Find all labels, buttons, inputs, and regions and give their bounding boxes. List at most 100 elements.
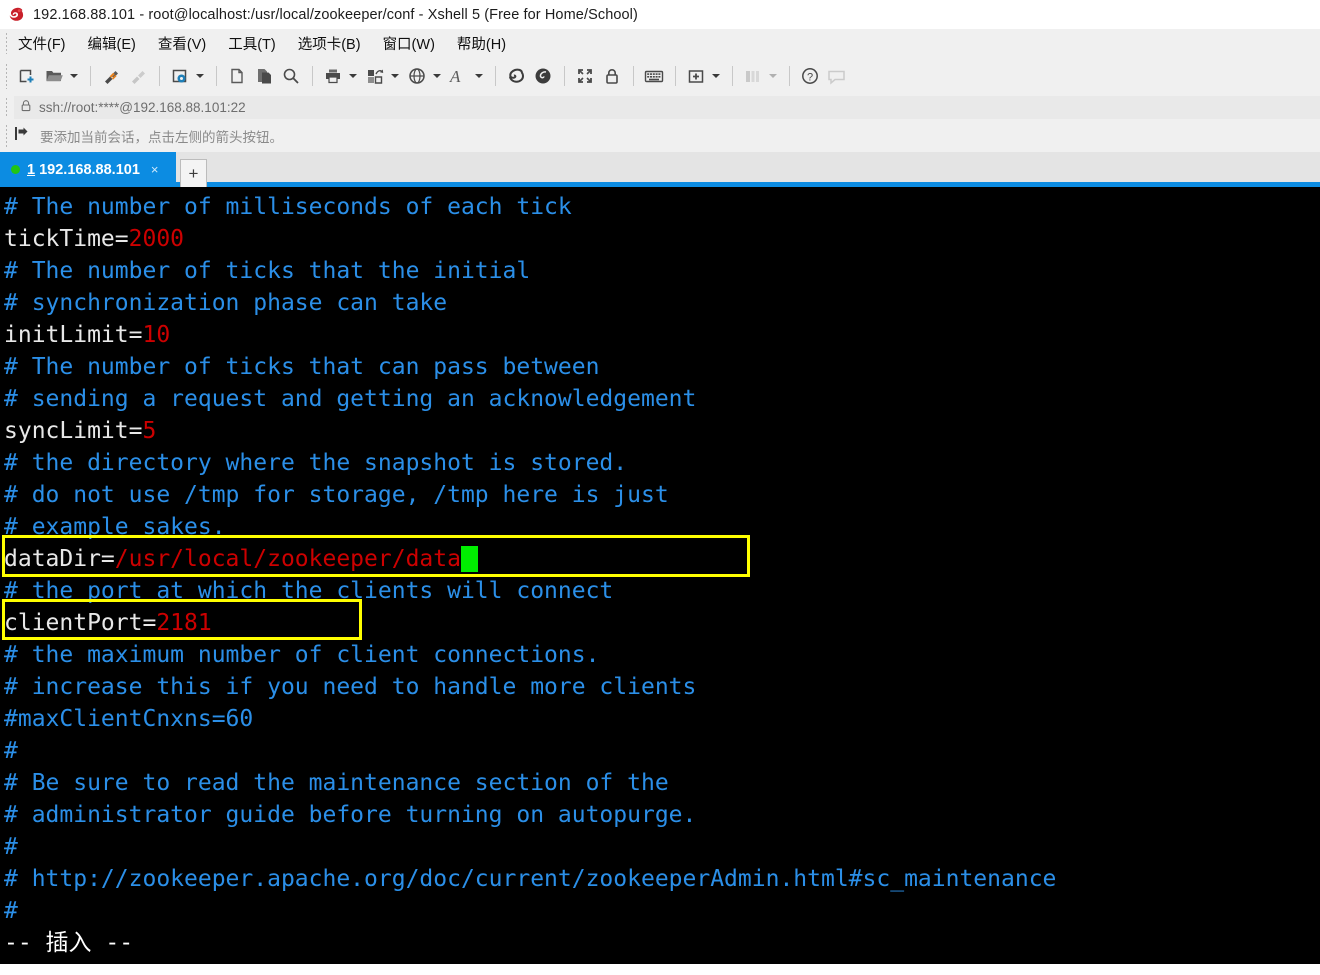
terminal-comment-line: # The number of ticks that the initial xyxy=(4,255,1320,287)
add-session-arrow-icon[interactable] xyxy=(14,125,31,147)
terminal-status-line: -- 插入 -- xyxy=(4,927,1320,959)
xshell-window: 192.168.88.101 - root@localhost:/usr/loc… xyxy=(0,0,1320,975)
layout-dropdown-caret xyxy=(767,63,779,89)
connect-icon[interactable] xyxy=(98,63,124,89)
terminal-text: # The number of milliseconds of each tic… xyxy=(4,194,572,220)
menu-file[interactable]: 文件(F) xyxy=(16,32,68,55)
terminal-config-line: tickTime=2000 xyxy=(4,223,1320,255)
file-transfer-icon[interactable] xyxy=(362,63,388,89)
menu-tools[interactable]: 工具(T) xyxy=(226,32,278,55)
toolbar-grip[interactable] xyxy=(5,63,8,89)
menu-view[interactable]: 查看(V) xyxy=(156,32,208,55)
menu-tabs[interactable]: 选项卡(B) xyxy=(296,32,363,55)
lock-icon[interactable] xyxy=(599,63,625,89)
session-properties-icon[interactable] xyxy=(167,63,193,89)
disconnect-icon xyxy=(125,63,151,89)
print-icon[interactable] xyxy=(320,63,346,89)
terminal-lines: # The number of milliseconds of each tic… xyxy=(4,191,1320,959)
globe-icon[interactable] xyxy=(404,63,430,89)
config-value: 5 xyxy=(142,418,157,444)
terminal-text: #maxClientCnxns=60 xyxy=(4,706,254,732)
new-tab-button[interactable]: + xyxy=(180,159,207,187)
terminal-text: # the directory where the snapshot is st… xyxy=(4,450,628,476)
address-input[interactable]: ssh://root:****@192.168.88.101:22 xyxy=(14,96,1320,119)
toolbar-separator xyxy=(675,66,676,86)
print-dropdown-caret[interactable] xyxy=(347,63,359,89)
toolbar: A ? xyxy=(0,57,1320,95)
open-folder-dropdown-caret[interactable] xyxy=(68,63,80,89)
terminal-text: # http://zookeeper.apache.org/doc/curren… xyxy=(4,866,1057,892)
toolbar-separator xyxy=(732,66,733,86)
terminal-comment-line: # The number of ticks that can pass betw… xyxy=(4,351,1320,383)
terminal-text: # the maximum number of client connectio… xyxy=(4,642,600,668)
addressbar-grip[interactable] xyxy=(5,97,8,118)
terminal-comment-line: # administrator guide before turning on … xyxy=(4,799,1320,831)
address-bar: ssh://root:****@192.168.88.101:22 xyxy=(0,95,1320,120)
cut-copy-icon[interactable] xyxy=(224,63,250,89)
session-properties-dropdown-caret[interactable] xyxy=(194,63,206,89)
tab-192-168-88-101[interactable]: 1 192.168.88.101 × xyxy=(0,152,176,187)
terminal-screen[interactable]: # The number of milliseconds of each tic… xyxy=(0,187,1320,964)
find-icon[interactable] xyxy=(278,63,304,89)
tab-bar: 1 192.168.88.101 × + xyxy=(0,152,1320,187)
terminal-text: # sending a request and getting an ackno… xyxy=(4,386,697,412)
terminal-text: # xyxy=(4,738,18,764)
svg-text:A: A xyxy=(449,67,461,86)
terminal-text: # The number of ticks that the initial xyxy=(4,258,531,284)
terminal-config-line: initLimit=10 xyxy=(4,319,1320,351)
fullscreen-icon[interactable] xyxy=(572,63,598,89)
toolbar-separator xyxy=(90,66,91,86)
menu-edit[interactable]: 编辑(E) xyxy=(86,32,138,55)
menu-window[interactable]: 窗口(W) xyxy=(381,32,437,55)
terminal-cursor xyxy=(460,546,478,572)
terminal-mode-text: -- 插入 -- xyxy=(4,930,134,956)
add-to-folder-dropdown-caret[interactable] xyxy=(710,63,722,89)
toolbar-separator xyxy=(159,66,160,86)
terminal-comment-line: # example sakes. xyxy=(4,511,1320,543)
keyboard-icon[interactable] xyxy=(641,63,667,89)
menu-bar: 文件(F) 编辑(E) 查看(V) 工具(T) 选项卡(B) 窗口(W) 帮助(… xyxy=(0,29,1320,57)
hintbar-grip[interactable] xyxy=(5,124,8,148)
help-icon[interactable]: ? xyxy=(797,63,823,89)
terminal-comment-line: # xyxy=(4,895,1320,927)
terminal-text: # Be sure to read the maintenance sectio… xyxy=(4,770,669,796)
toolbar-separator xyxy=(564,66,565,86)
chat-icon xyxy=(824,63,850,89)
svg-text:?: ? xyxy=(807,72,813,84)
terminal-text: # The number of ticks that can pass betw… xyxy=(4,354,600,380)
file-transfer-dropdown-caret[interactable] xyxy=(389,63,401,89)
add-to-folder-icon[interactable] xyxy=(683,63,709,89)
config-value: 10 xyxy=(142,322,171,348)
config-key: dataDir= xyxy=(4,546,115,572)
toolbar-separator xyxy=(312,66,313,86)
paste-icon[interactable] xyxy=(251,63,277,89)
toolbar-separator xyxy=(495,66,496,86)
tab-title: 192.168.88.101 xyxy=(39,161,140,178)
menubar-grip[interactable] xyxy=(5,32,8,54)
toolbar-separator xyxy=(789,66,790,86)
title-bar: 192.168.88.101 - root@localhost:/usr/loc… xyxy=(0,0,1320,29)
terminal-config-line: clientPort=2181 xyxy=(4,607,1320,639)
open-folder-icon[interactable] xyxy=(41,63,67,89)
hint-bar: 要添加当前会话，点击左侧的箭头按钮。 xyxy=(0,120,1320,152)
address-value: ssh://root:****@192.168.88.101:22 xyxy=(39,100,246,115)
terminal-comment-line: # the maximum number of client connectio… xyxy=(4,639,1320,671)
layout-icon xyxy=(740,63,766,89)
menu-help[interactable]: 帮助(H) xyxy=(455,32,508,55)
close-icon[interactable]: × xyxy=(151,163,159,176)
terminal-text: # example sakes. xyxy=(4,514,226,540)
xshell-icon[interactable] xyxy=(503,63,529,89)
toolbar-separator xyxy=(216,66,217,86)
terminal-text: # xyxy=(4,834,18,860)
terminal-comment-line: # xyxy=(4,735,1320,767)
lock-icon xyxy=(20,99,32,117)
new-session-icon[interactable] xyxy=(14,63,40,89)
xftp-icon[interactable] xyxy=(530,63,556,89)
terminal-comment-line: # The number of milliseconds of each tic… xyxy=(4,191,1320,223)
terminal-text: # synchronization phase can take xyxy=(4,290,448,316)
terminal-comment-line: # synchronization phase can take xyxy=(4,287,1320,319)
font-icon[interactable]: A xyxy=(446,63,472,89)
terminal-comment-line: # Be sure to read the maintenance sectio… xyxy=(4,767,1320,799)
font-dropdown-caret[interactable] xyxy=(473,63,485,89)
globe-dropdown-caret[interactable] xyxy=(431,63,443,89)
